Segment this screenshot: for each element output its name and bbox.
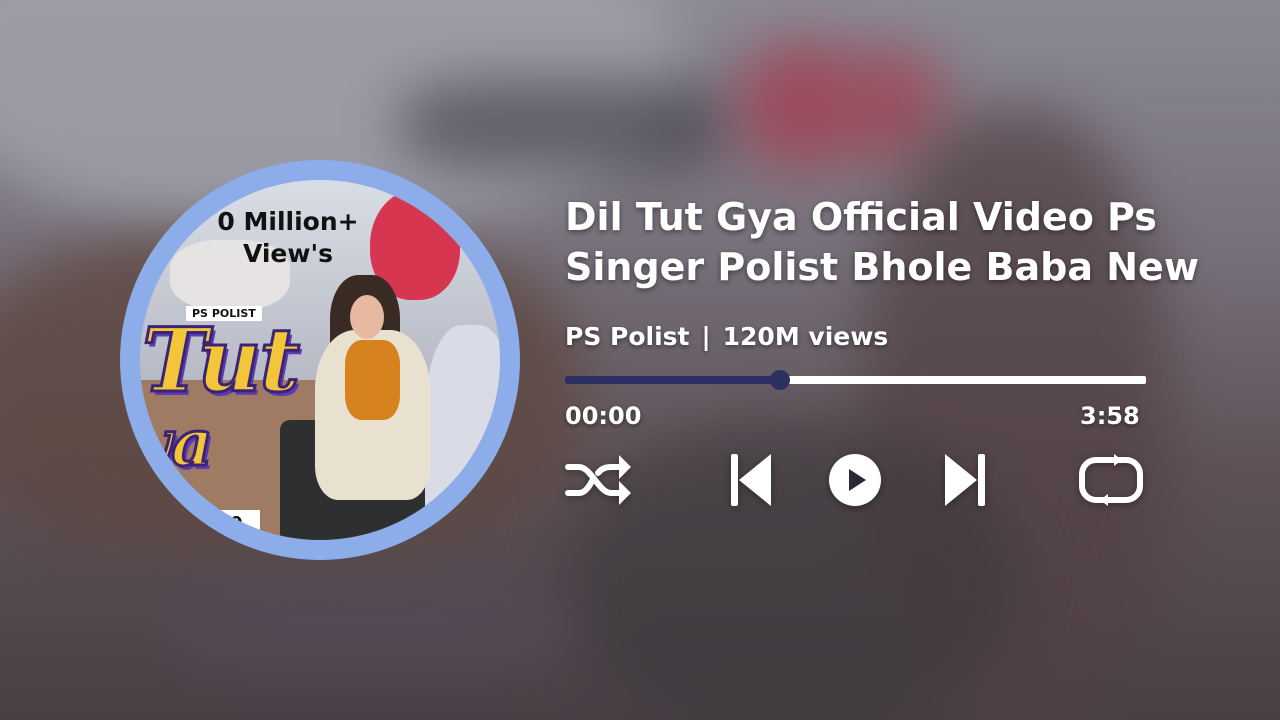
- art-girl-face: [350, 295, 384, 339]
- next-button[interactable]: [938, 450, 994, 510]
- previous-button[interactable]: [722, 450, 778, 510]
- art-title-word2: ya: [140, 405, 214, 483]
- album-art: 0 Million+ View's PS POLIST Tut ya 70: [140, 180, 500, 540]
- art-corner-badge: 70: [200, 510, 260, 540]
- seek-bar[interactable]: [565, 370, 1146, 390]
- view-count: 120M views: [722, 322, 889, 351]
- seek-bar-played: [565, 376, 780, 384]
- art-title-word1: Tut: [140, 307, 301, 414]
- artist-name: PS Polist: [565, 322, 690, 351]
- meta-separator: |: [701, 322, 711, 351]
- album-art-disc: 0 Million+ View's PS POLIST Tut ya 70: [120, 160, 520, 560]
- play-button[interactable]: [826, 450, 884, 510]
- repeat-button[interactable]: [1076, 450, 1146, 510]
- art-views-text: 0 Million+ View's: [168, 206, 408, 270]
- art-man: [425, 325, 500, 540]
- skip-next-icon: [945, 454, 985, 506]
- skip-previous-icon: [731, 454, 771, 506]
- track-title: Dil Tut Gya Official Video Ps Singer Pol…: [565, 192, 1265, 292]
- duration: 3:58: [1080, 402, 1140, 430]
- seek-bar-handle[interactable]: [769, 370, 790, 390]
- track-meta: PS Polist | 120M views: [565, 322, 888, 351]
- track-title-line1: Dil Tut Gya Official Video Ps: [565, 195, 1157, 239]
- shuffle-icon: [565, 455, 631, 505]
- art-views-line2: View's: [242, 239, 334, 268]
- current-time: 00:00: [565, 402, 642, 430]
- repeat-icon: [1079, 454, 1143, 506]
- art-views-line1: 0 Million+: [217, 207, 359, 236]
- shuffle-button[interactable]: [563, 450, 633, 510]
- art-girl-vest: [345, 340, 400, 420]
- track-title-line2: Singer Polist Bhole Baba New: [565, 245, 1199, 289]
- play-icon: [829, 454, 881, 506]
